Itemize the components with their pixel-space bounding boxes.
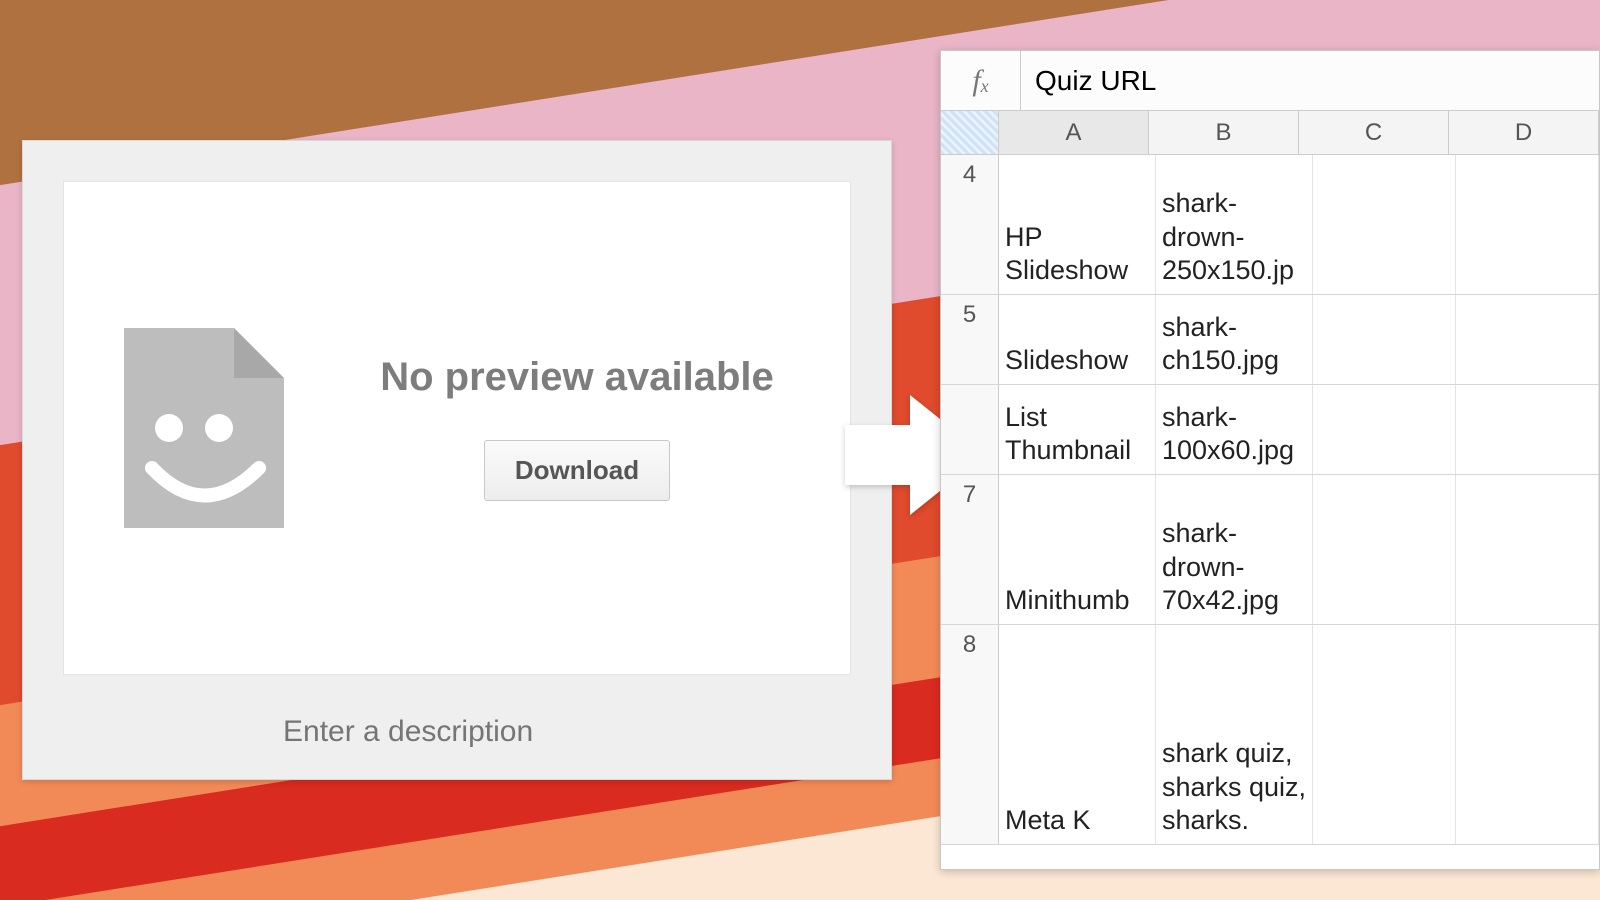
formula-input[interactable] [1021, 65, 1599, 97]
row-number[interactable]: 8 [941, 625, 999, 844]
table-row: 5 Slideshow shark-ch150.jpg [941, 295, 1599, 385]
col-header-C[interactable]: C [1299, 111, 1449, 154]
cell[interactable]: shark-100x60.jpg [1156, 385, 1313, 474]
download-button[interactable]: Download [484, 440, 670, 501]
row-number[interactable] [941, 385, 999, 474]
row-number[interactable]: 7 [941, 475, 999, 624]
cell[interactable] [1313, 155, 1456, 294]
cell[interactable] [1313, 385, 1456, 474]
spreadsheet-grid[interactable]: 4 HP Slideshow shark-drown-250x150.jp 5 … [941, 155, 1599, 869]
cell[interactable]: HP Slideshow [999, 155, 1156, 294]
preview-inner: No preview available Download [63, 181, 851, 675]
col-header-B[interactable]: B [1149, 111, 1299, 154]
file-smiley-icon [114, 318, 294, 538]
cell[interactable] [1313, 475, 1456, 624]
cell[interactable]: List Thumbnail [999, 385, 1156, 474]
cell[interactable]: Minithumb [999, 475, 1156, 624]
table-row: 8 Meta K shark quiz, sharks quiz, sharks… [941, 625, 1599, 845]
cell[interactable] [1456, 295, 1599, 384]
table-row: List Thumbnail shark-100x60.jpg [941, 385, 1599, 475]
cell[interactable] [1456, 385, 1599, 474]
column-headers: A B C D [941, 111, 1599, 155]
cell[interactable]: shark quiz, sharks quiz, sharks. [1156, 625, 1313, 844]
formula-bar: fx [941, 51, 1599, 111]
spreadsheet-panel: fx A B C D 4 HP Slideshow shark-drown-25… [940, 50, 1600, 870]
cell[interactable] [1313, 295, 1456, 384]
drive-preview-card: No preview available Download [22, 140, 892, 780]
cell[interactable] [1456, 155, 1599, 294]
col-header-D[interactable]: D [1449, 111, 1599, 154]
row-number[interactable]: 4 [941, 155, 999, 294]
cell[interactable] [1456, 625, 1599, 844]
cell[interactable]: shark-ch150.jpg [1156, 295, 1313, 384]
cell[interactable] [1313, 625, 1456, 844]
cell[interactable]: shark-drown-250x150.jp [1156, 155, 1313, 294]
select-all-corner[interactable] [941, 111, 999, 154]
cell[interactable]: shark-drown-70x42.jpg [1156, 475, 1313, 624]
cell[interactable]: Slideshow [999, 295, 1156, 384]
description-input[interactable] [63, 715, 851, 749]
table-row: 7 Minithumb shark-drown-70x42.jpg [941, 475, 1599, 625]
fx-icon: fx [941, 51, 1021, 110]
col-header-A[interactable]: A [999, 111, 1149, 154]
table-row: 4 HP Slideshow shark-drown-250x150.jp [941, 155, 1599, 295]
cell[interactable]: Meta K [999, 625, 1156, 844]
no-preview-label: No preview available [380, 355, 774, 400]
cell[interactable] [1456, 475, 1599, 624]
row-number[interactable]: 5 [941, 295, 999, 384]
